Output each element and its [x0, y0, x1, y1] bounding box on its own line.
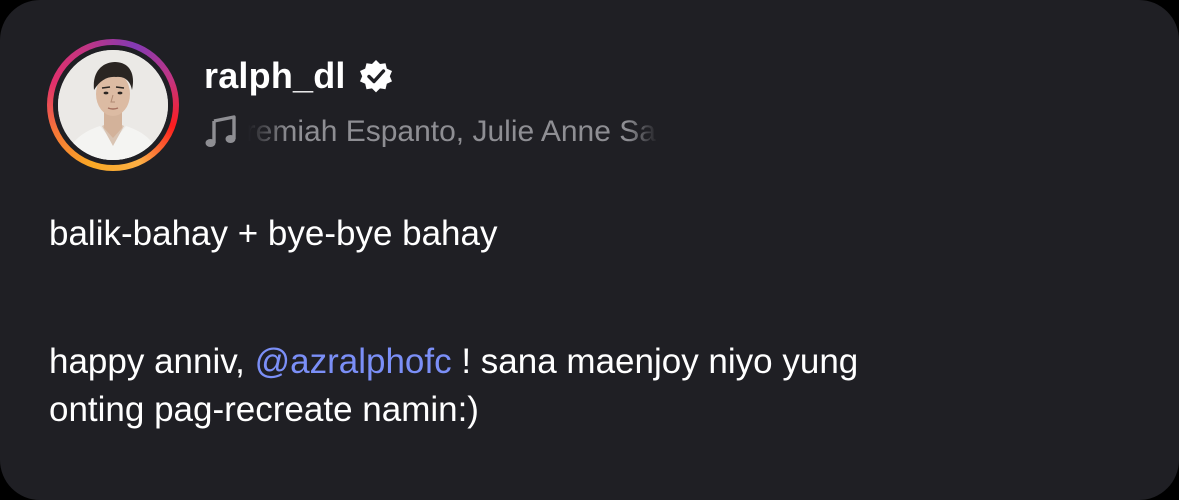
post-sheet: ralph_dl Jeremiah Espanto, Julie Anne Sa…: [0, 0, 1179, 500]
caption-line-1: balik-bahay + bye-bye bahay: [49, 214, 498, 253]
mention-link[interactable]: @azralphofc: [255, 342, 452, 381]
music-track-text: Jeremiah Espanto, Julie Anne San: [248, 115, 658, 148]
caption-text: ! sana maenjoy niyo yung: [451, 342, 859, 381]
caption-text: happy anniv,: [49, 342, 255, 381]
caption-line-2: happy anniv, @azralphofc ! sana maenjoy …: [49, 340, 858, 384]
verified-badge-icon: [358, 58, 394, 94]
caption-line-3: onting pag-recreate namin:): [49, 390, 479, 429]
username-row[interactable]: ralph_dl: [204, 54, 394, 98]
avatar[interactable]: [58, 50, 168, 160]
music-row[interactable]: Jeremiah Espanto, Julie Anne San: [204, 110, 658, 154]
story-ring[interactable]: [47, 39, 179, 171]
music-note-icon: [204, 115, 238, 149]
music-marquee: Jeremiah Espanto, Julie Anne San: [248, 115, 658, 149]
username[interactable]: ralph_dl: [204, 55, 346, 97]
avatar-frame: [53, 45, 173, 165]
avatar-photo: [58, 50, 168, 160]
